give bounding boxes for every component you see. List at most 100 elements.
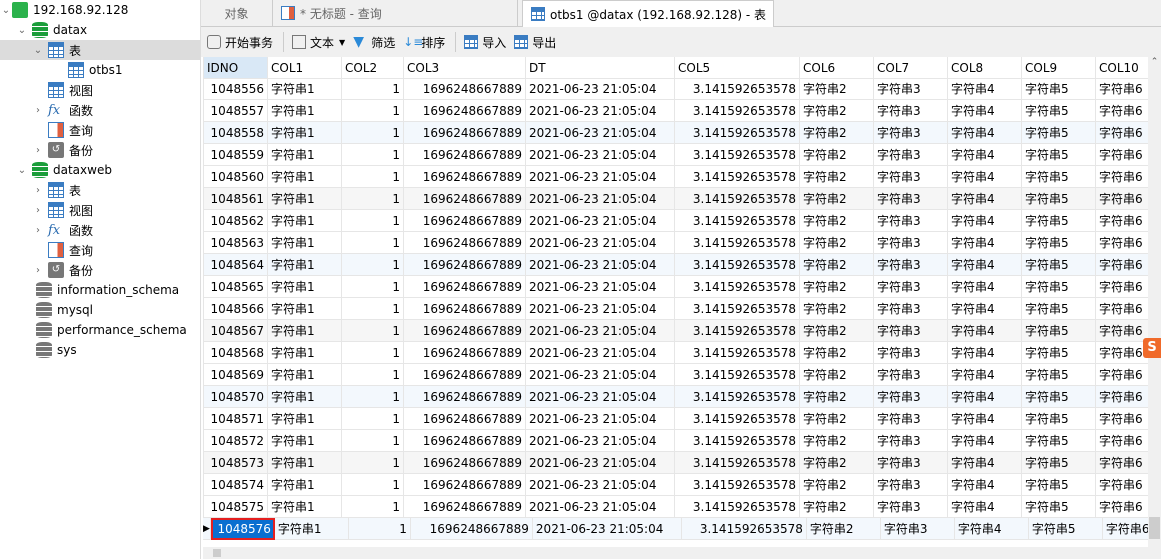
cell-col5[interactable]: 3.141592653578 bbox=[675, 430, 800, 452]
tree-item[interactable]: ⌄ 表 bbox=[0, 40, 200, 60]
cell-idno[interactable]: 1048562 bbox=[204, 210, 268, 232]
cell-col9[interactable]: 字符串5 bbox=[1022, 210, 1096, 232]
cell-col2[interactable]: 1 bbox=[342, 342, 404, 364]
cell-col10[interactable]: 字符串6 bbox=[1096, 210, 1148, 232]
cell-col9[interactable]: 字符串5 bbox=[1022, 122, 1096, 144]
cell-col2[interactable]: 1 bbox=[342, 100, 404, 122]
cell-col10[interactable]: 字符串6 bbox=[1096, 430, 1148, 452]
table-row[interactable]: 1048559 字符串1 1 1696248667889 2021-06-23 21:0… bbox=[203, 144, 1148, 166]
cell-col6[interactable]: 字符串2 bbox=[800, 342, 874, 364]
column-header-col1[interactable]: COL1 bbox=[268, 57, 342, 79]
table-row[interactable]: 1048568 字符串1 1 1696248667889 2021-06-23 21:0… bbox=[203, 342, 1148, 364]
text-button[interactable]: 文本 ▼ bbox=[292, 34, 345, 51]
filter-button[interactable]: ▼ 筛选 bbox=[353, 34, 395, 51]
cell-idno[interactable]: 1048571 bbox=[204, 408, 268, 430]
cell-col10[interactable]: 字符串6 bbox=[1096, 496, 1148, 518]
cell-col3[interactable]: 1696248667889 bbox=[404, 232, 526, 254]
cell-col8[interactable]: 字符串4 bbox=[948, 144, 1022, 166]
cell-col10[interactable]: 字符串6 bbox=[1096, 122, 1148, 144]
cell-col5[interactable]: 3.141592653578 bbox=[681, 518, 807, 540]
cell-idno[interactable]: 1048560 bbox=[204, 166, 268, 188]
column-header-col7[interactable]: COL7 bbox=[874, 57, 948, 79]
cell-col6[interactable]: 字符串2 bbox=[800, 122, 874, 144]
cell-col7[interactable]: 字符串3 bbox=[874, 210, 948, 232]
cell-idno[interactable]: 1048576 bbox=[210, 518, 275, 540]
cell-col6[interactable]: 字符串2 bbox=[800, 496, 874, 518]
cell-col5[interactable]: 3.141592653578 bbox=[675, 210, 800, 232]
tree-item[interactable]: ⌄ datax bbox=[0, 20, 200, 40]
cell-col9[interactable]: 字符串5 bbox=[1028, 518, 1103, 540]
cell-col8[interactable]: 字符串4 bbox=[948, 298, 1022, 320]
cell-col9[interactable]: 字符串5 bbox=[1022, 298, 1096, 320]
cell-dt[interactable]: 2021-06-23 21:05:04 bbox=[526, 364, 675, 386]
cell-col6[interactable]: 字符串2 bbox=[800, 188, 874, 210]
cell-dt[interactable]: 2021-06-23 21:05:04 bbox=[526, 452, 675, 474]
cell-col3[interactable]: 1696248667889 bbox=[404, 166, 526, 188]
cell-col9[interactable]: 字符串5 bbox=[1022, 320, 1096, 342]
cell-col2[interactable]: 1 bbox=[342, 452, 404, 474]
cell-col1[interactable]: 字符串1 bbox=[268, 298, 342, 320]
column-header-col5[interactable]: COL5 bbox=[675, 57, 800, 79]
cell-col10[interactable]: 字符串6 bbox=[1096, 144, 1148, 166]
cell-idno[interactable]: 1048569 bbox=[204, 364, 268, 386]
cell-col8[interactable]: 字符串4 bbox=[948, 122, 1022, 144]
cell-idno[interactable]: 1048570 bbox=[204, 386, 268, 408]
data-grid[interactable]: IDNO COL1 COL2 COL3 DT COL5 COL6 COL7 COL8 COL9 CO… bbox=[203, 57, 1148, 547]
table-row[interactable]: 1048563 字符串1 1 1696248667889 2021-06-23 21:0… bbox=[203, 232, 1148, 254]
cell-col5[interactable]: 3.141592653578 bbox=[675, 78, 800, 100]
cell-col3[interactable]: 1696248667889 bbox=[404, 364, 526, 386]
cell-col5[interactable]: 3.141592653578 bbox=[675, 386, 800, 408]
cell-idno[interactable]: 1048567 bbox=[204, 320, 268, 342]
cell-col2[interactable]: 1 bbox=[342, 144, 404, 166]
cell-col7[interactable]: 字符串3 bbox=[880, 518, 955, 540]
cell-col10[interactable]: 字符串6 bbox=[1096, 386, 1148, 408]
tab-otbs1-table[interactable]: otbs1 @datax (192.168.92.128) - 表 bbox=[522, 0, 774, 27]
tree-item[interactable]: sys bbox=[0, 340, 200, 360]
cell-col6[interactable]: 字符串2 bbox=[800, 430, 874, 452]
ime-indicator-icon[interactable]: S bbox=[1143, 338, 1161, 358]
cell-col7[interactable]: 字符串3 bbox=[874, 144, 948, 166]
cell-col6[interactable]: 字符串2 bbox=[800, 364, 874, 386]
cell-col9[interactable]: 字符串5 bbox=[1022, 364, 1096, 386]
table-row[interactable]: 1048575 字符串1 1 1696248667889 2021-06-23 21:0… bbox=[203, 496, 1148, 518]
cell-col1[interactable]: 字符串1 bbox=[268, 320, 342, 342]
cell-col10[interactable]: 字符串6 bbox=[1096, 298, 1148, 320]
cell-col1[interactable]: 字符串1 bbox=[268, 496, 342, 518]
tree-item[interactable]: mysql bbox=[0, 300, 200, 320]
chevron-down-icon[interactable]: ⌄ bbox=[16, 165, 28, 176]
cell-col9[interactable]: 字符串5 bbox=[1022, 100, 1096, 122]
cell-col7[interactable]: 字符串3 bbox=[874, 364, 948, 386]
cell-col6[interactable]: 字符串2 bbox=[800, 276, 874, 298]
current-row-marker-icon[interactable]: ▶ bbox=[203, 518, 211, 540]
cell-col3[interactable]: 1696248667889 bbox=[404, 320, 526, 342]
cell-col2[interactable]: 1 bbox=[342, 430, 404, 452]
tree-item[interactable]: › fx 函数 bbox=[0, 100, 200, 120]
cell-col9[interactable]: 字符串5 bbox=[1022, 386, 1096, 408]
cell-col8[interactable]: 字符串4 bbox=[948, 386, 1022, 408]
cell-col6[interactable]: 字符串2 bbox=[800, 320, 874, 342]
cell-col10[interactable]: 字符串6 bbox=[1096, 408, 1148, 430]
cell-col9[interactable]: 字符串5 bbox=[1022, 254, 1096, 276]
cell-col3[interactable]: 1696248667889 bbox=[404, 144, 526, 166]
cell-col5[interactable]: 3.141592653578 bbox=[675, 496, 800, 518]
table-row[interactable]: 1048571 字符串1 1 1696248667889 2021-06-23 21:0… bbox=[203, 408, 1148, 430]
cell-col1[interactable]: 字符串1 bbox=[268, 474, 342, 496]
cell-col3[interactable]: 1696248667889 bbox=[404, 210, 526, 232]
cell-dt[interactable]: 2021-06-23 21:05:04 bbox=[526, 320, 675, 342]
cell-col10[interactable]: 字符串6 bbox=[1096, 100, 1148, 122]
cell-dt[interactable]: 2021-06-23 21:05:04 bbox=[526, 496, 675, 518]
cell-col7[interactable]: 字符串3 bbox=[874, 452, 948, 474]
cell-idno[interactable]: 1048565 bbox=[204, 276, 268, 298]
tree-item[interactable]: › ↺ 备份 bbox=[0, 260, 200, 280]
cell-col2[interactable]: 1 bbox=[342, 408, 404, 430]
cell-col8[interactable]: 字符串4 bbox=[948, 452, 1022, 474]
cell-idno[interactable]: 1048572 bbox=[204, 430, 268, 452]
cell-col7[interactable]: 字符串3 bbox=[874, 474, 948, 496]
cell-col1[interactable]: 字符串1 bbox=[268, 166, 342, 188]
cell-col1[interactable]: 字符串1 bbox=[268, 100, 342, 122]
tree-item[interactable]: information_schema bbox=[0, 280, 200, 300]
cell-idno[interactable]: 1048568 bbox=[204, 342, 268, 364]
cell-idno[interactable]: 1048559 bbox=[204, 144, 268, 166]
tree-item[interactable]: 查询 bbox=[0, 120, 200, 140]
cell-col1[interactable]: 字符串1 bbox=[268, 122, 342, 144]
